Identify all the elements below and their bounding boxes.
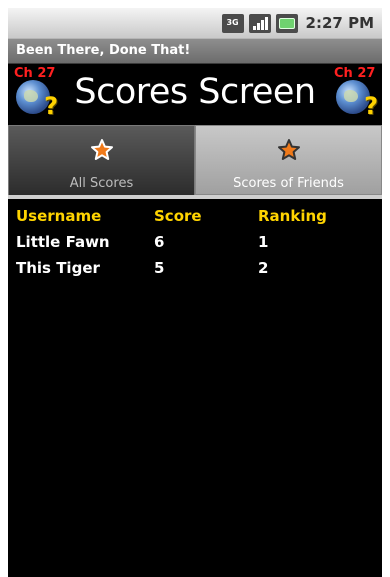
globe-question-icon: Ch 27 ? <box>14 66 58 120</box>
3g-network-icon: 3G <box>221 13 244 33</box>
battery-icon <box>275 13 298 33</box>
username-cell: Little Fawn <box>16 233 110 251</box>
column-header-ranking: Ranking <box>258 207 327 225</box>
tab-label: Scores of Friends <box>233 176 344 191</box>
tab-scores-of-friends[interactable]: Scores of Friends <box>195 125 382 195</box>
ranking-cell: 1 <box>258 233 269 251</box>
table-row: This Tiger 5 2 <box>8 255 382 281</box>
globe-question-icon: Ch 27 ? <box>334 66 378 120</box>
app-title: Been There, Done That! <box>16 43 191 58</box>
question-mark: ? <box>364 92 378 120</box>
score-cell: 6 <box>154 233 165 251</box>
tab-all-scores[interactable]: All Scores <box>8 125 195 195</box>
chapter-badge: Ch 27 <box>14 66 56 81</box>
score-cell: 5 <box>154 259 165 277</box>
phone-screen: 3G 2:27 PM Been There, Done That! Ch 27 … <box>8 8 382 577</box>
status-time: 2:27 PM <box>305 14 374 32</box>
network-label: 3G <box>226 18 239 27</box>
scores-table: Username Score Ranking Little Fawn 6 1 T… <box>8 199 382 281</box>
chapter-badge: Ch 27 <box>334 66 376 81</box>
tab-bar: All Scores Scores of Friends <box>8 125 382 195</box>
ranking-cell: 2 <box>258 259 269 277</box>
screen-header: Ch 27 ? Scores Screen Ch 27 ? <box>8 64 382 120</box>
tab-label: All Scores <box>69 176 134 191</box>
question-mark: ? <box>44 92 58 120</box>
status-bar: 3G 2:27 PM <box>8 8 382 38</box>
signal-strength-icon <box>248 13 271 33</box>
column-header-username: Username <box>16 207 102 225</box>
star-icon <box>90 139 113 160</box>
star-icon <box>277 139 300 160</box>
app-title-bar: Been There, Done That! <box>8 38 382 64</box>
table-header-row: Username Score Ranking <box>8 203 382 229</box>
username-cell: This Tiger <box>16 259 100 277</box>
table-row: Little Fawn 6 1 <box>8 229 382 255</box>
screen-title: Scores Screen <box>74 72 316 112</box>
column-header-score: Score <box>154 207 202 225</box>
